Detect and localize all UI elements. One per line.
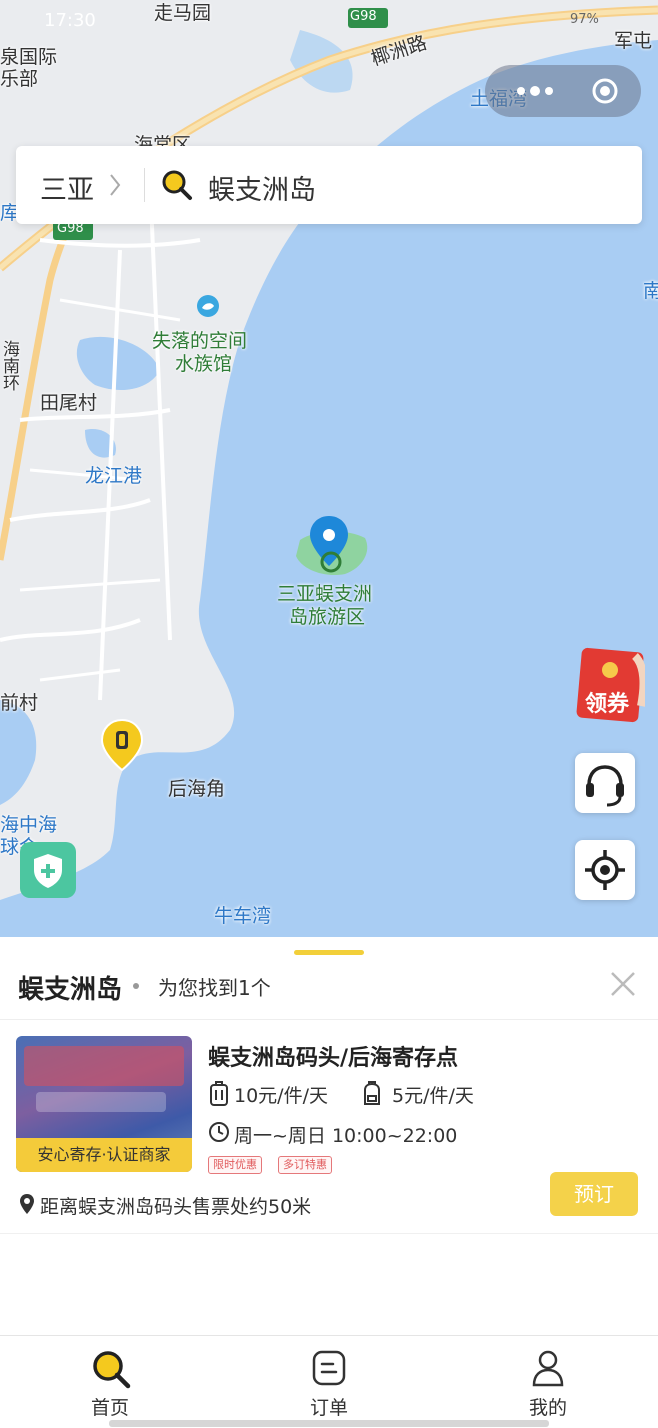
- map-label: 失落的空间: [152, 330, 248, 352]
- status-bar: 17:30 97%: [0, 0, 658, 40]
- suitcase-price: 10元/件/天: [234, 1085, 328, 1107]
- book-button[interactable]: 预订: [550, 1172, 638, 1216]
- results-title: 蜈支洲岛: [18, 975, 123, 1005]
- search-input[interactable]: 蜈支洲岛: [208, 168, 316, 207]
- tab-bar: 首页 订单 我的: [0, 1335, 658, 1428]
- map-label: 田尾村: [40, 392, 98, 414]
- headset-icon: [586, 765, 624, 807]
- verified-badge: 安心寄存·认证商家: [16, 1138, 192, 1172]
- map-label: 三亚蜈支洲: [277, 583, 373, 605]
- more-icon[interactable]: [505, 78, 565, 104]
- promo-tag: 限时优惠: [208, 1156, 262, 1174]
- map-label: 牛车湾: [214, 905, 272, 927]
- card-divider: [0, 1233, 658, 1234]
- chevron-right-icon: [110, 174, 121, 196]
- map-label: 军屯: [614, 30, 653, 52]
- user-icon: [532, 1350, 564, 1387]
- map-label: 龙江港: [85, 465, 143, 487]
- suitcase-icon: [210, 1081, 228, 1106]
- tab-orders[interactable]: 订单: [269, 1336, 389, 1428]
- distance-text: 距离蜈支洲岛码头售票处约50米: [40, 1196, 312, 1218]
- customer-service-button[interactable]: [575, 753, 635, 813]
- safety-button[interactable]: [20, 842, 76, 898]
- tab-label: 我的: [528, 1397, 567, 1419]
- map-label: 后海角: [168, 778, 226, 800]
- home-indicator: [109, 1420, 549, 1427]
- results-panel: 蜈支洲岛 为您找到1个 安心寄存·认证商家 蜈支洲岛码头/后海寄存点 10元/件…: [0, 937, 658, 1335]
- map-label: 海南环: [0, 340, 19, 391]
- search-divider: [144, 168, 145, 202]
- location-pin-icon: [20, 1194, 34, 1214]
- panel-divider: [0, 1019, 658, 1020]
- opening-hours: 周一~周日 10:00~22:00: [234, 1125, 458, 1147]
- tab-label: 首页: [90, 1397, 129, 1419]
- city-selector[interactable]: 三亚: [40, 168, 94, 207]
- title-separator-dot: [133, 983, 139, 989]
- close-icon[interactable]: [604, 965, 642, 1003]
- store-name: 蜈支洲岛码头/后海寄存点: [208, 1046, 459, 1071]
- drag-handle[interactable]: [294, 950, 364, 955]
- clock-icon: [209, 1122, 229, 1142]
- order-icon: [312, 1350, 346, 1386]
- store-photo: 安心寄存·认证商家: [16, 1036, 192, 1172]
- promo-tag: 多订特惠: [278, 1156, 332, 1174]
- close-miniprogram-icon[interactable]: [591, 77, 619, 105]
- coupon-button[interactable]: 领券: [575, 646, 648, 724]
- results-count: 为您找到1个: [158, 976, 271, 1000]
- miniprogram-capsule: [485, 65, 641, 117]
- tab-home[interactable]: 首页: [50, 1336, 170, 1428]
- map-label: 乐部: [0, 68, 39, 90]
- coupon-label: 领券: [585, 692, 630, 717]
- map-view[interactable]: 17:30 97% 走马园 G98 椰洲路 军屯 土福湾 泉国际 乐部 海棠区 …: [0, 0, 658, 937]
- backpack-icon: [364, 1081, 380, 1105]
- search-icon: [93, 1351, 131, 1389]
- locate-icon: [585, 850, 625, 890]
- status-time: 17:30: [44, 10, 96, 31]
- map-label: G98: [350, 9, 377, 24]
- search-icon: [162, 170, 192, 200]
- tab-label: 订单: [309, 1397, 348, 1419]
- bag-price: 5元/件/天: [392, 1085, 474, 1107]
- map-label: 南: [643, 280, 658, 302]
- map-label: 岛旅游区: [289, 606, 366, 628]
- status-battery: 97%: [570, 12, 599, 27]
- map-label: 前村: [0, 692, 39, 714]
- map-label: 水族馆: [175, 353, 233, 375]
- map-label: 走马园: [154, 2, 212, 24]
- shield-icon: [20, 842, 76, 898]
- tab-profile[interactable]: 我的: [488, 1336, 608, 1428]
- locate-button[interactable]: [575, 840, 635, 900]
- search-bar[interactable]: 三亚 蜈支洲岛: [16, 146, 642, 224]
